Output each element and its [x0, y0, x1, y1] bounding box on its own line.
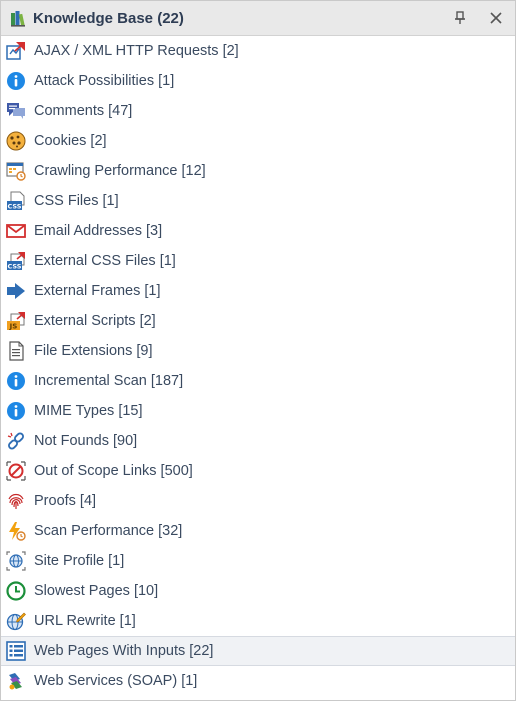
close-button[interactable] — [483, 5, 509, 31]
cookie-icon — [5, 130, 27, 152]
list-item[interactable]: Scan Performance [32] — [1, 516, 515, 546]
url-rewrite-icon — [5, 610, 27, 632]
list-item[interactable]: File Extensions [9] — [1, 336, 515, 366]
form-list-icon — [5, 640, 27, 662]
list-item[interactable]: Web Services (SOAP) [1] — [1, 666, 515, 696]
info-icon — [5, 400, 27, 422]
list-item-label: Site Profile [1] — [34, 553, 125, 569]
info-icon — [5, 370, 27, 392]
external-js-icon: JS — [5, 310, 27, 332]
list-item[interactable]: URL Rewrite [1] — [1, 606, 515, 636]
list-item[interactable]: CSS CSS Files [1] — [1, 186, 515, 216]
list-item-label: Web Pages With Inputs [22] — [34, 643, 214, 659]
knowledge-base-panel: Knowledge Base (22) AJAX / XML HTTP Requ… — [0, 0, 516, 701]
list-item[interactable]: Site Profile [1] — [1, 546, 515, 576]
list-item[interactable]: AJAX / XML HTTP Requests [2] — [1, 36, 515, 66]
close-icon — [490, 12, 502, 24]
knowledge-base-list: AJAX / XML HTTP Requests [2] Attack Possi… — [1, 36, 515, 696]
list-item[interactable]: Email Addresses [3] — [1, 216, 515, 246]
scan-performance-icon — [5, 520, 27, 542]
list-item-label: External Frames [1] — [34, 283, 161, 299]
web-services-icon — [5, 670, 27, 692]
list-item[interactable]: Slowest Pages [10] — [1, 576, 515, 606]
list-item-label: MIME Types [15] — [34, 403, 143, 419]
list-item-label: Email Addresses [3] — [34, 223, 163, 239]
panel-title: Knowledge Base (22) — [33, 9, 184, 27]
info-icon — [5, 70, 27, 92]
crawling-performance-icon — [5, 160, 27, 182]
svg-text:CSS: CSS — [8, 262, 22, 270]
broken-link-icon — [5, 430, 27, 452]
css-file-icon: CSS — [5, 190, 27, 212]
panel-titlebar: Knowledge Base (22) — [1, 1, 515, 36]
list-item[interactable]: MIME Types [15] — [1, 396, 515, 426]
site-profile-icon — [5, 550, 27, 572]
list-item-label: Scan Performance [32] — [34, 523, 183, 539]
fingerprint-icon — [5, 490, 27, 512]
arrow-right-icon — [5, 280, 27, 302]
external-css-icon: CSS — [5, 250, 27, 272]
list-item-label: Proofs [4] — [34, 493, 97, 509]
pin-button[interactable] — [447, 5, 473, 31]
list-item[interactable]: Out of Scope Links [500] — [1, 456, 515, 486]
list-item-label: AJAX / XML HTTP Requests [2] — [34, 43, 239, 59]
email-icon — [5, 220, 27, 242]
list-item-label: External Scripts [2] — [34, 313, 156, 329]
list-item-label: URL Rewrite [1] — [34, 613, 136, 629]
list-item-label: Cookies [2] — [34, 133, 107, 149]
list-item-label: Attack Possibilities [1] — [34, 73, 175, 89]
list-item[interactable]: Attack Possibilities [1] — [1, 66, 515, 96]
list-item[interactable]: Crawling Performance [12] — [1, 156, 515, 186]
list-item[interactable]: Cookies [2] — [1, 126, 515, 156]
list-item-label: Crawling Performance [12] — [34, 163, 206, 179]
list-item[interactable]: Web Pages With Inputs [22] — [1, 636, 515, 666]
list-item[interactable]: JS External Scripts [2] — [1, 306, 515, 336]
clock-icon — [5, 580, 27, 602]
list-item-label: External CSS Files [1] — [34, 253, 176, 269]
svg-text:JS: JS — [9, 323, 18, 331]
list-item[interactable]: Incremental Scan [187] — [1, 366, 515, 396]
list-item-label: Out of Scope Links [500] — [34, 463, 193, 479]
list-item-label: Slowest Pages [10] — [34, 583, 159, 599]
list-item-label: Comments [47] — [34, 103, 133, 119]
list-item[interactable]: CSS External CSS Files [1] — [1, 246, 515, 276]
list-item-label: Web Services (SOAP) [1] — [34, 673, 198, 689]
svg-text:CSS: CSS — [8, 202, 22, 210]
list-item[interactable]: Not Founds [90] — [1, 426, 515, 456]
pin-icon — [455, 11, 465, 24]
comments-icon — [5, 100, 27, 122]
list-item[interactable]: Proofs [4] — [1, 486, 515, 516]
list-item-label: File Extensions [9] — [34, 343, 153, 359]
list-item-label: CSS Files [1] — [34, 193, 119, 209]
file-icon — [5, 340, 27, 362]
ajax-icon — [5, 40, 27, 62]
list-item-label: Not Founds [90] — [34, 433, 138, 449]
out-of-scope-icon — [5, 460, 27, 482]
knowledge-base-icon — [9, 8, 29, 28]
list-item[interactable]: Comments [47] — [1, 96, 515, 126]
list-item-label: Incremental Scan [187] — [34, 373, 184, 389]
list-item[interactable]: External Frames [1] — [1, 276, 515, 306]
